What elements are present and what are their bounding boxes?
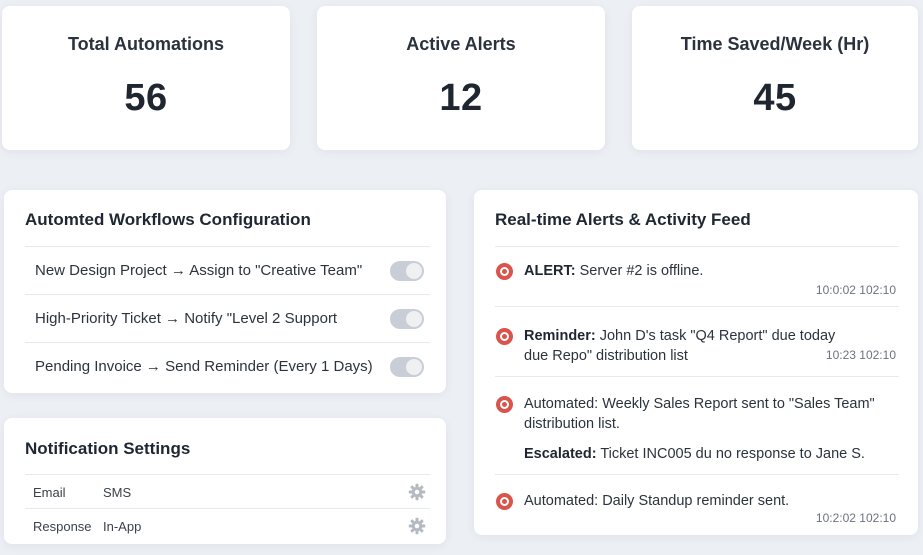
feed-item-message: Ticket INC005 du no response to Jane S. <box>596 446 865 462</box>
toggle-knob <box>406 263 422 279</box>
feed-item-prefix: Escalated: <box>524 446 597 462</box>
stat-label: Time Saved/Week (Hr) <box>680 34 870 54</box>
feed-item-message-line2: distribution list. <box>524 416 620 432</box>
notification-type: Response <box>33 519 92 534</box>
feed-item-time: 10:2:02 102:10 <box>815 511 896 525</box>
divider <box>495 306 899 307</box>
workflow-row: High-Priority Ticket → Notify "Level 2 S… <box>25 294 430 342</box>
automation-icon <box>496 396 513 413</box>
notification-channel: In-App <box>103 519 142 534</box>
stat-card-total-automations: Total Automations 56 <box>2 6 290 150</box>
activity-feed-panel: Real-time Alerts & Activity Feed ALERT: … <box>474 190 918 535</box>
workflow-toggle[interactable] <box>390 309 424 329</box>
workflow-label: High-Priority Ticket → Notify "Level 2 S… <box>35 310 338 327</box>
feed-item-text: Escalated: Ticket INC005 du no response … <box>524 444 865 464</box>
feed-item-text: ALERT: Server #2 is offline. <box>524 261 703 281</box>
alert-icon <box>496 263 513 280</box>
gear-icon[interactable] <box>408 483 426 501</box>
workflow-toggle[interactable] <box>390 357 424 377</box>
automation-icon <box>496 493 513 510</box>
workflow-row: Pending Invoice → Send Reminder (Every 1… <box>25 342 430 390</box>
feed-item-text: Reminder: John D's task "Q4 Report" due … <box>524 326 835 366</box>
notification-row: Response In-App <box>25 508 430 542</box>
stat-value: 56 <box>124 77 168 119</box>
feed-item-text: Automated: Daily Standup reminder sent. <box>524 491 789 511</box>
feed-item-text: Automated: Weekly Sales Report sent to "… <box>524 394 875 434</box>
feed-item-prefix: Automated: <box>524 396 599 412</box>
stat-card-active-alerts: Active Alerts 12 <box>317 6 605 150</box>
feed-item-time: 10:23 102:10 <box>825 348 896 362</box>
feed-item-prefix: Automated: <box>524 493 599 509</box>
feed-item-message: Daily Standup reminder sent. <box>598 493 790 509</box>
divider <box>495 474 899 475</box>
feed-item-prefix: ALERT: <box>524 263 576 279</box>
notification-settings-title: Notification Settings <box>25 439 191 458</box>
stat-value: 45 <box>753 77 797 119</box>
divider <box>495 246 899 247</box>
notification-channel: SMS <box>103 485 132 500</box>
feed-item-prefix: Reminder: <box>524 328 596 344</box>
divider <box>495 376 899 377</box>
workflow-label: New Design Project → Assign to "Creative… <box>35 262 363 279</box>
notification-type: Email <box>33 485 66 500</box>
stat-card-time-saved: Time Saved/Week (Hr) 45 <box>632 6 918 150</box>
workflow-label: Pending Invoice → Send Reminder (Every 1… <box>35 358 373 375</box>
feed-item-message-line2: due Repo" distribution list <box>524 348 688 364</box>
notification-settings-panel: Notification Settings Email SMS Response… <box>4 418 446 544</box>
stat-label: Active Alerts <box>406 34 516 54</box>
feed-item-time: 10:0:02 102:10 <box>815 283 896 297</box>
reminder-icon <box>496 328 513 345</box>
gear-icon[interactable] <box>408 517 426 535</box>
toggle-knob <box>406 311 422 327</box>
activity-feed-title: Real-time Alerts & Activity Feed <box>495 210 751 229</box>
stat-label: Total Automations <box>68 34 224 54</box>
workflows-panel: Automted Workflows Configuration New Des… <box>4 190 446 393</box>
toggle-knob <box>406 359 422 375</box>
feed-item-message: Server #2 is offline. <box>575 263 704 279</box>
workflows-title: Automted Workflows Configuration <box>25 210 311 229</box>
notification-row: Email SMS <box>25 474 430 508</box>
feed-item-message: John D's task "Q4 Report" due today <box>595 328 836 344</box>
feed-item-message: Weekly Sales Report sent to "Sales Team" <box>598 396 875 412</box>
workflow-row: New Design Project → Assign to "Creative… <box>25 246 430 294</box>
workflow-toggle[interactable] <box>390 261 424 281</box>
stat-value: 12 <box>439 77 483 119</box>
